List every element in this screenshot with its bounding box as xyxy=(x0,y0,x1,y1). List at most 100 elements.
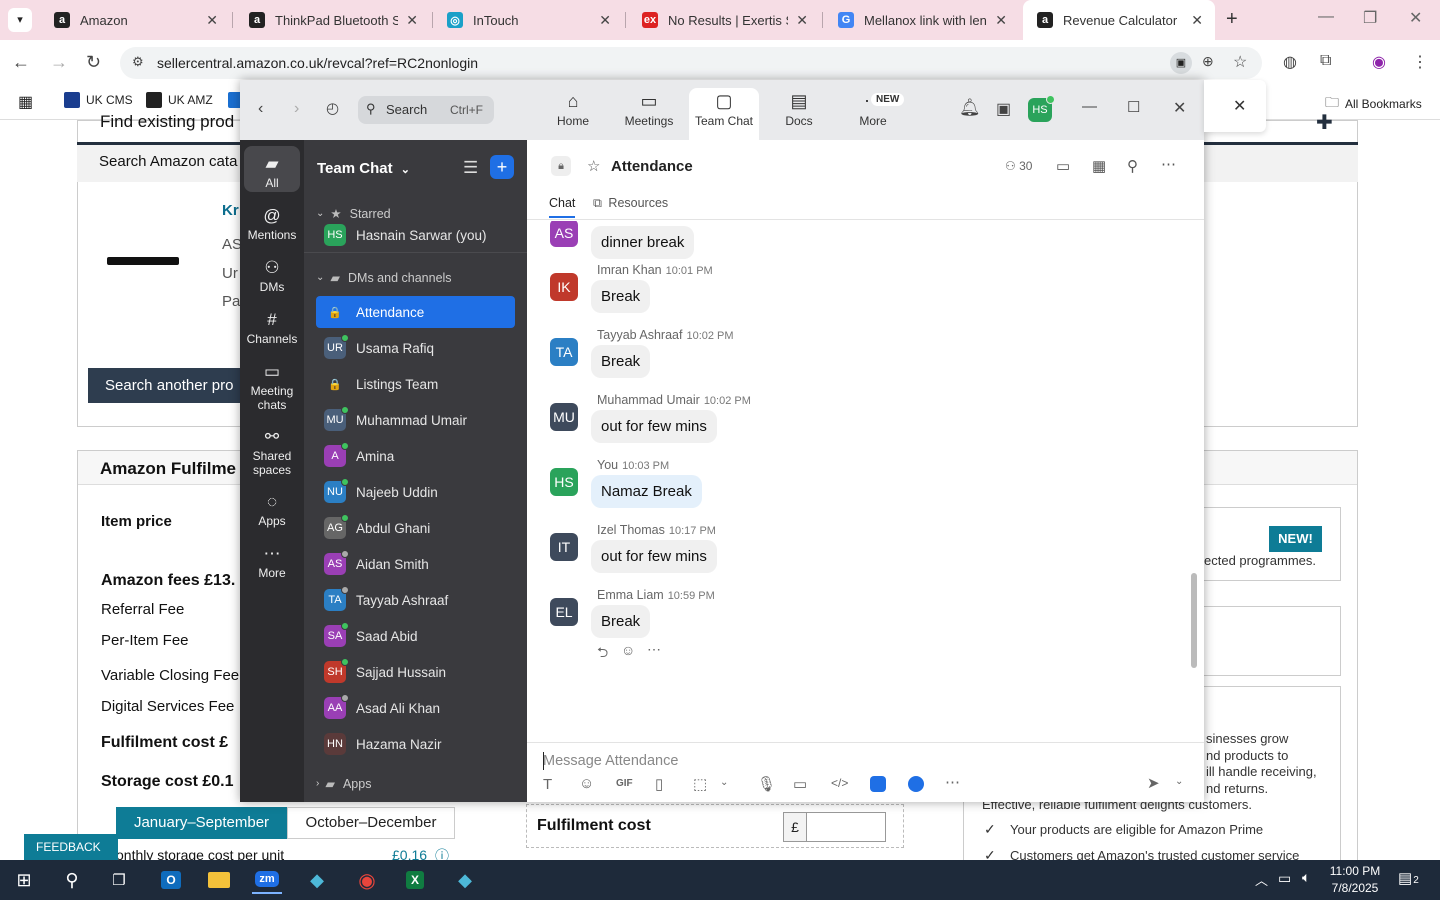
excel-icon[interactable]: X xyxy=(400,866,430,894)
help-icon[interactable]: ✚ xyxy=(1316,110,1333,135)
profile-icon[interactable]: ◉ xyxy=(1372,52,1386,72)
extensions-icon[interactable]: ⧉ xyxy=(1320,52,1331,70)
zoom-tab[interactable]: ▤ Docs xyxy=(764,88,834,140)
search-icon[interactable]: ⚲ xyxy=(57,866,87,894)
browser-tab[interactable]: ex No Results | Exertis Site ✕ xyxy=(628,0,820,40)
reload-icon[interactable]: ↻ xyxy=(86,52,101,73)
avatar[interactable]: MU xyxy=(550,403,578,431)
app-diamond-icon-2[interactable]: ◆ xyxy=(450,866,480,894)
clock[interactable]: 11:00 PM 7/8/2025 xyxy=(1325,863,1385,897)
browser-tab[interactable]: G Mellanox link with leno ✕ xyxy=(824,0,1019,40)
gif-icon[interactable]: GIF xyxy=(616,778,633,789)
chevron-down-icon[interactable]: ⌄ xyxy=(720,777,728,788)
sender-name[interactable]: You xyxy=(597,458,618,472)
sender-name[interactable]: Emma Liam xyxy=(597,588,664,602)
tab-october-december[interactable]: October–December xyxy=(287,807,455,839)
close-window-icon[interactable]: ✕ xyxy=(1409,8,1422,28)
zoom-tab[interactable]: ▢ Team Chat xyxy=(689,88,759,140)
all-bookmarks[interactable]: 🗀 All Bookmarks xyxy=(1325,92,1422,116)
translate-icon[interactable]: ◍ xyxy=(1283,52,1297,72)
zoom-maximize-icon[interactable]: ☐ xyxy=(1127,98,1140,116)
channel-item[interactable]: AG Abdul Ghani xyxy=(316,512,515,544)
tab-resources[interactable]: ⧉ Resources xyxy=(593,196,668,211)
bookmark-uk-amz[interactable]: UK AMZ xyxy=(146,92,213,108)
member-count[interactable]: ⚇ 30 xyxy=(1005,159,1032,173)
avatar[interactable]: EL xyxy=(550,598,578,626)
channel-item[interactable]: A Amina xyxy=(316,440,515,472)
windows-start-icon[interactable]: ⊞ xyxy=(9,866,39,894)
rail-item[interactable]: ⚯ Shared spaces xyxy=(244,419,300,479)
zoom-tab[interactable]: ▭ Meetings xyxy=(614,88,684,140)
zoom-app-icon[interactable]: zm xyxy=(252,866,282,894)
search-another-button[interactable]: Search another pro xyxy=(88,368,248,403)
video-call-icon[interactable]: ▭ xyxy=(1056,157,1070,175)
channel-item[interactable]: AA Asad Ali Khan xyxy=(316,692,515,724)
channel-item[interactable]: 🔒 Listings Team xyxy=(316,368,515,400)
forward-icon[interactable]: → xyxy=(50,52,68,73)
page-action-icon[interactable]: ▣ xyxy=(1170,52,1192,74)
bookmark-star-icon[interactable]: ☆ xyxy=(1233,52,1247,72)
starred-section[interactable]: ⌄ ★ Starred xyxy=(316,206,391,222)
user-avatar[interactable]: HS xyxy=(1028,95,1055,122)
chrome-icon[interactable]: ◉ xyxy=(352,866,382,894)
menu-icon[interactable]: ⋮ xyxy=(1412,52,1428,72)
bookmark-uk-cms[interactable]: UK CMS xyxy=(64,92,133,108)
address-bar[interactable]: ⚙ sellercentral.amazon.co.uk/revcal?ref=… xyxy=(120,47,1262,79)
avatar[interactable]: HS xyxy=(550,468,578,496)
back-arrow-icon[interactable]: ‹ xyxy=(258,100,263,118)
team-chat-title[interactable]: Team Chat ⌄ xyxy=(317,160,410,177)
dialog-close-icon[interactable]: ✕ xyxy=(1233,96,1246,116)
message-bubble[interactable]: out for few mins xyxy=(591,410,717,443)
zoom-search-box[interactable]: ⚲ Search Ctrl+F xyxy=(358,96,494,124)
app-diamond-icon[interactable]: ◆ xyxy=(302,866,332,894)
browser-tab[interactable]: a Amazon ✕ xyxy=(40,0,230,40)
message-bubble[interactable]: Namaz Break xyxy=(591,475,702,508)
zoom-close-icon[interactable]: ✕ xyxy=(1173,98,1186,118)
outlook-icon[interactable]: O xyxy=(156,866,186,894)
tab-close-icon[interactable]: ✕ xyxy=(796,12,808,29)
browser-tab[interactable]: a ThinkPad Bluetooth Sile ✕ xyxy=(235,0,430,40)
message-more-icon[interactable]: ⋯ xyxy=(647,641,661,658)
channel-item[interactable]: UR Usama Rafiq xyxy=(316,332,515,364)
message-bubble[interactable]: Break xyxy=(591,605,651,638)
reaction-icon[interactable]: ☺ xyxy=(621,642,635,658)
chat-scrollbar[interactable] xyxy=(1191,573,1197,668)
zoom-tab[interactable]: ⌂ Home xyxy=(538,88,608,140)
emoji-icon[interactable]: ☺ xyxy=(579,775,594,792)
text-format-icon[interactable]: T xyxy=(543,776,552,793)
channel-title[interactable]: Attendance xyxy=(611,158,693,175)
channel-item[interactable]: TA Tayyab Ashraaf xyxy=(316,584,515,616)
product-link[interactable]: Kr xyxy=(222,202,239,219)
channel-item[interactable]: NU Najeeb Uddin xyxy=(316,476,515,508)
calendar-icon[interactable]: ▦ xyxy=(1092,157,1106,175)
tab-close-icon[interactable]: ✕ xyxy=(206,12,218,29)
zoom-icon[interactable]: ⊕ xyxy=(1202,53,1214,70)
rail-item[interactable]: ▭ Meeting chats xyxy=(244,354,300,414)
screenshot-icon[interactable]: ⬚ xyxy=(693,775,707,793)
browser-tab[interactable]: a Revenue Calculator ✕ xyxy=(1023,0,1215,40)
search-icon[interactable]: ⚲ xyxy=(1127,157,1138,175)
notifications-bell-icon[interactable]: 🔔︎ xyxy=(959,98,981,118)
volume-icon[interactable]: 🔈︎ xyxy=(1302,869,1310,886)
sender-name[interactable]: Tayyab Ashraaf xyxy=(597,328,682,342)
back-icon[interactable]: ← xyxy=(12,52,30,73)
message-bubble[interactable]: Break xyxy=(591,345,651,378)
app-blue-icon[interactable] xyxy=(870,776,886,792)
avatar[interactable]: TA xyxy=(550,338,578,366)
tab-search-button[interactable]: ▾ xyxy=(8,8,32,32)
restore-icon[interactable]: ❐ xyxy=(1363,8,1377,28)
file-icon[interactable]: ▯ xyxy=(655,775,663,793)
fulfilment-cost-input[interactable] xyxy=(806,812,886,842)
channel-item[interactable]: AS Aidan Smith xyxy=(316,548,515,580)
message-input[interactable]: Message Attendance xyxy=(543,752,1183,812)
filter-icon[interactable]: ☰ xyxy=(463,158,478,178)
rail-item[interactable]: ◌ Apps xyxy=(244,484,300,530)
tab-close-icon[interactable]: ✕ xyxy=(995,12,1007,29)
history-icon[interactable]: ◴ xyxy=(326,99,339,117)
tray-chevron-icon[interactable]: ︿ xyxy=(1255,870,1268,889)
new-chat-button[interactable]: + xyxy=(490,155,514,179)
feedback-button[interactable]: FEEDBACK ✕ xyxy=(24,834,118,880)
sender-name[interactable]: Izel Thomas xyxy=(597,523,665,537)
rail-item[interactable]: ⚇ DMs xyxy=(244,250,300,296)
channel-item[interactable]: SH Sajjad Hussain xyxy=(316,656,515,688)
